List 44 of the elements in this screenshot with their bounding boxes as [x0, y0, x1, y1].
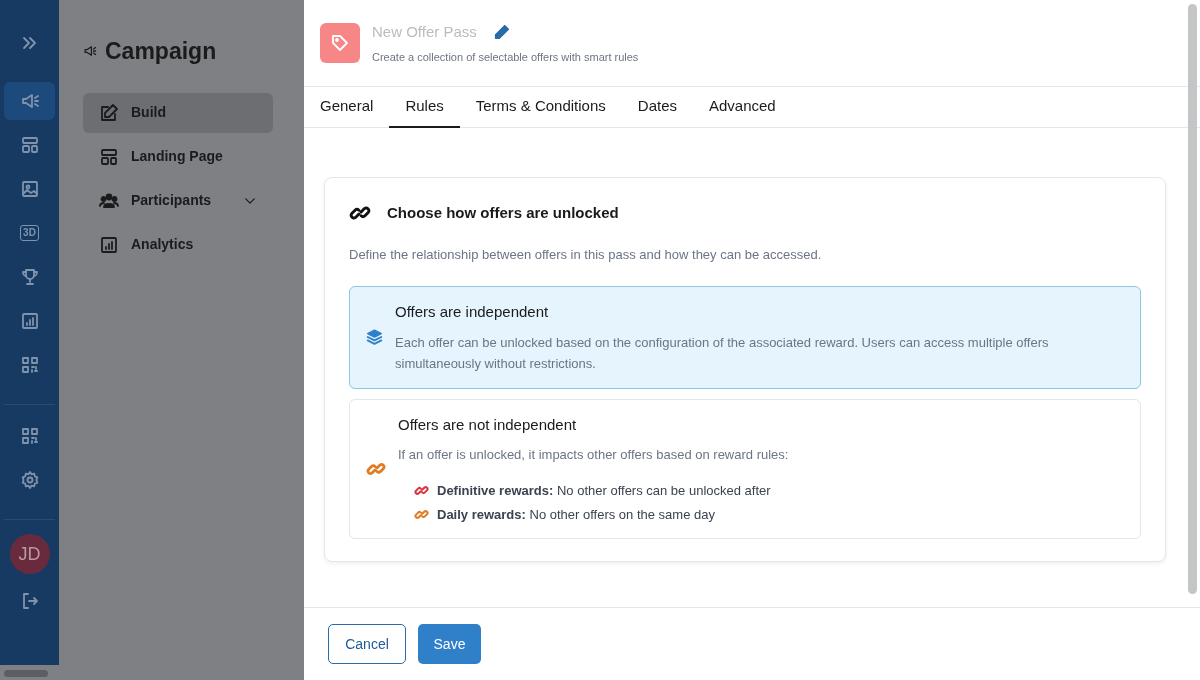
menu-item[interactable]: Participants — [83, 180, 273, 221]
edit-icon — [99, 102, 119, 123]
rule-text: Daily rewards: No other offers on the same day — [437, 505, 715, 524]
chart-icon — [19, 311, 40, 331]
scrollbar-thumb[interactable] — [4, 670, 48, 677]
card-description: Define the relationship between offers in this pass and how they can be accessed. — [349, 245, 823, 264]
option-title: Offers are independent — [395, 302, 550, 322]
trophy-icon — [19, 267, 40, 287]
tab[interactable]: General — [304, 87, 390, 128]
layout-icon — [19, 135, 40, 155]
menu-item[interactable]: Analytics — [83, 224, 273, 265]
rail-button[interactable]: 3D — [4, 214, 55, 252]
save-button[interactable]: Save — [418, 624, 481, 664]
megaphone-icon — [83, 44, 97, 59]
layers-icon — [366, 327, 383, 348]
option-title: Offers are not independent — [398, 414, 578, 435]
tab[interactable]: Dates — [621, 87, 693, 128]
menu-item[interactable]: Build — [83, 92, 273, 133]
page-title: Campaign — [105, 37, 217, 66]
chart-icon — [99, 234, 119, 255]
subtitle: Create a collection of selectable offers with smart rules — [372, 50, 639, 65]
option-description: If an offer is unlocked, it impacts other offers based on reward rules: — [398, 446, 789, 464]
rail-button[interactable] — [4, 82, 55, 120]
menu-item[interactable]: Landing Page — [83, 136, 273, 177]
image-icon — [19, 179, 40, 199]
user-avatar[interactable]: JD — [9, 534, 50, 574]
qr-code-icon — [19, 355, 40, 375]
tab[interactable]: Advanced — [693, 87, 792, 128]
cancel-button[interactable]: Cancel — [328, 624, 406, 664]
option-description: Each offer can be unlocked based on the configuration of the associated reward. Users can access multiple offers simultaneously without restrictions. — [395, 333, 1050, 373]
rail-label: 3D — [20, 225, 39, 241]
layout-icon — [99, 146, 119, 167]
settings-icon — [19, 470, 40, 490]
megaphone-icon — [19, 91, 40, 111]
rule-text: Definitive rewards: No other offers can be unlocked after — [437, 482, 771, 500]
tab[interactable]: Terms & Conditions — [459, 87, 622, 128]
scrollbar-thumb[interactable] — [1188, 4, 1197, 594]
card-title: Choose how offers are unlocked — [387, 203, 619, 223]
tab[interactable]: Rules — [389, 87, 460, 128]
option-card[interactable] — [349, 398, 1141, 539]
qr-code-icon — [19, 426, 40, 446]
option-card[interactable]: Offers are independent Each offer can be unlocked based on the configuration of the associated reward. Users can access multiple offers simultaneously without restrictions. — [349, 286, 1141, 389]
pencil-icon — [492, 22, 511, 41]
tag-icon — [330, 33, 350, 53]
